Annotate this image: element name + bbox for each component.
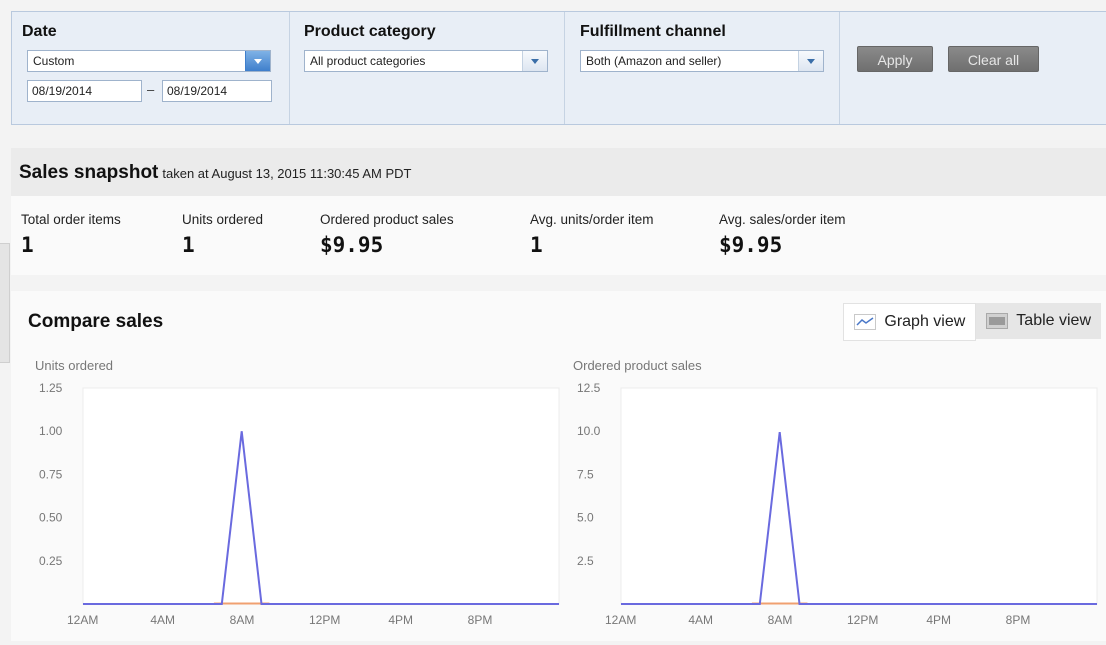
plot-area <box>82 387 560 605</box>
metric-avg-sales-per-order-item: Avg. sales/order item $9.95 <box>719 212 846 257</box>
category-select[interactable]: All product categories <box>304 50 548 72</box>
chevron-down-icon[interactable] <box>798 51 823 71</box>
ordered-product-sales-chart: Ordered product sales 12.5 10.0 7.5 5.0 2.5 12… <box>569 355 1099 645</box>
table-icon <box>986 313 1009 329</box>
x-tick-label: 4PM <box>388 613 413 627</box>
compare-sales: Compare sales Graph view Table view Unit… <box>11 291 1106 641</box>
graph-view-tab[interactable]: Graph view <box>843 303 977 341</box>
clear-all-button[interactable]: Clear all <box>948 46 1039 72</box>
filter-bar: Date Custom 08/19/2014 – 08/19/2014 Prod… <box>11 11 1106 125</box>
chevron-down-icon[interactable] <box>522 51 547 71</box>
date-range-value: Custom <box>33 54 75 68</box>
metric-value: $9.95 <box>320 233 384 257</box>
y-tick-label: 1.25 <box>39 381 63 395</box>
channel-value: Both (Amazon and seller) <box>586 54 722 68</box>
x-tick-label: 12AM <box>67 613 98 627</box>
x-tick-label: 4AM <box>150 613 175 627</box>
x-tick-label: 8AM <box>230 613 255 627</box>
ordered-product-sales-plot: Ordered product sales 12.5 10.0 7.5 5.0 2.5 12… <box>573 358 1098 627</box>
x-tick-label: 12PM <box>309 613 340 627</box>
y-tick-label: 2.5 <box>577 554 594 568</box>
x-tick-label: 4PM <box>926 613 951 627</box>
snapshot-heading: Sales snapshot taken at August 13, 2015 1… <box>19 162 412 184</box>
category-filter: Product category All product categories <box>290 12 564 124</box>
channel-filter: Fulfillment channel Both (Amazon and sel… <box>565 12 839 124</box>
x-tick-label: 8AM <box>768 613 793 627</box>
metric-value: 1 <box>182 233 195 257</box>
x-tick-label: 12AM <box>605 613 636 627</box>
metric-ordered-product-sales: Ordered product sales $9.95 <box>320 212 454 257</box>
metric-total-order-items: Total order items 1 <box>21 212 121 257</box>
x-tick-label: 8PM <box>468 613 493 627</box>
metric-avg-units-per-order-item: Avg. units/order item 1 <box>530 212 654 257</box>
category-label: Product category <box>304 23 436 40</box>
category-value: All product categories <box>310 54 426 68</box>
date-filter: Date Custom 08/19/2014 – 08/19/2014 <box>12 12 289 124</box>
metric-label: Ordered product sales <box>320 212 454 227</box>
table-view-tab[interactable]: Table view <box>976 303 1101 339</box>
date-from-input[interactable]: 08/19/2014 <box>27 80 142 102</box>
y-tick-label: 0.25 <box>39 554 63 568</box>
metric-value: 1 <box>21 233 34 257</box>
plot-area <box>620 387 1098 605</box>
y-tick-label: 0.75 <box>39 467 63 481</box>
date-to-input[interactable]: 08/19/2014 <box>162 80 272 102</box>
metric-label: Units ordered <box>182 212 264 227</box>
snapshot-timestamp: taken at August 13, 2015 11:30:45 AM PDT <box>162 166 412 181</box>
x-tick-label: 8PM <box>1006 613 1031 627</box>
y-tick-label: 0.50 <box>39 511 63 525</box>
chart-title: Ordered product sales <box>573 358 702 373</box>
units-ordered-plot: Units ordered 1.25 1.00 0.75 0.50 0.25 12AM 4AM… <box>35 358 560 627</box>
line-chart-icon <box>854 314 877 330</box>
graph-view-label: Graph view <box>884 313 966 330</box>
units-ordered-chart: Units ordered 1.25 1.00 0.75 0.50 0.25 12AM 4AM… <box>31 355 561 645</box>
date-range-separator: – <box>147 82 155 97</box>
date-label: Date <box>22 23 57 40</box>
chevron-down-icon[interactable] <box>245 51 270 71</box>
metric-label: Total order items <box>21 212 121 227</box>
y-tick-label: 10.0 <box>577 424 601 438</box>
side-handle[interactable] <box>0 243 10 363</box>
metric-value: $9.95 <box>719 233 783 257</box>
filter-divider <box>839 12 840 124</box>
apply-button[interactable]: Apply <box>857 46 933 72</box>
snapshot-metrics: Total order items 1 Units ordered 1 Orde… <box>11 196 1106 275</box>
y-tick-label: 12.5 <box>577 381 601 395</box>
sales-snapshot: Sales snapshot taken at August 13, 2015 1… <box>11 148 1106 275</box>
metric-units-ordered: Units ordered 1 <box>182 212 263 257</box>
compare-title: Compare sales <box>28 311 164 332</box>
metric-label: Avg. units/order item <box>530 212 654 227</box>
y-tick-label: 1.00 <box>39 424 63 438</box>
channel-select[interactable]: Both (Amazon and seller) <box>580 50 824 72</box>
metric-value: 1 <box>530 233 543 257</box>
metric-label: Avg. sales/order item <box>719 212 846 227</box>
x-tick-label: 4AM <box>688 613 713 627</box>
chart-title: Units ordered <box>35 358 113 373</box>
y-tick-label: 7.5 <box>577 467 594 481</box>
snapshot-title: Sales snapshot <box>19 162 159 183</box>
date-range-select[interactable]: Custom <box>27 50 271 72</box>
y-tick-label: 5.0 <box>577 511 594 525</box>
channel-label: Fulfillment channel <box>580 23 726 40</box>
x-tick-label: 12PM <box>847 613 878 627</box>
table-view-label: Table view <box>1016 312 1091 329</box>
view-toggle: Graph view Table view <box>843 303 1101 341</box>
